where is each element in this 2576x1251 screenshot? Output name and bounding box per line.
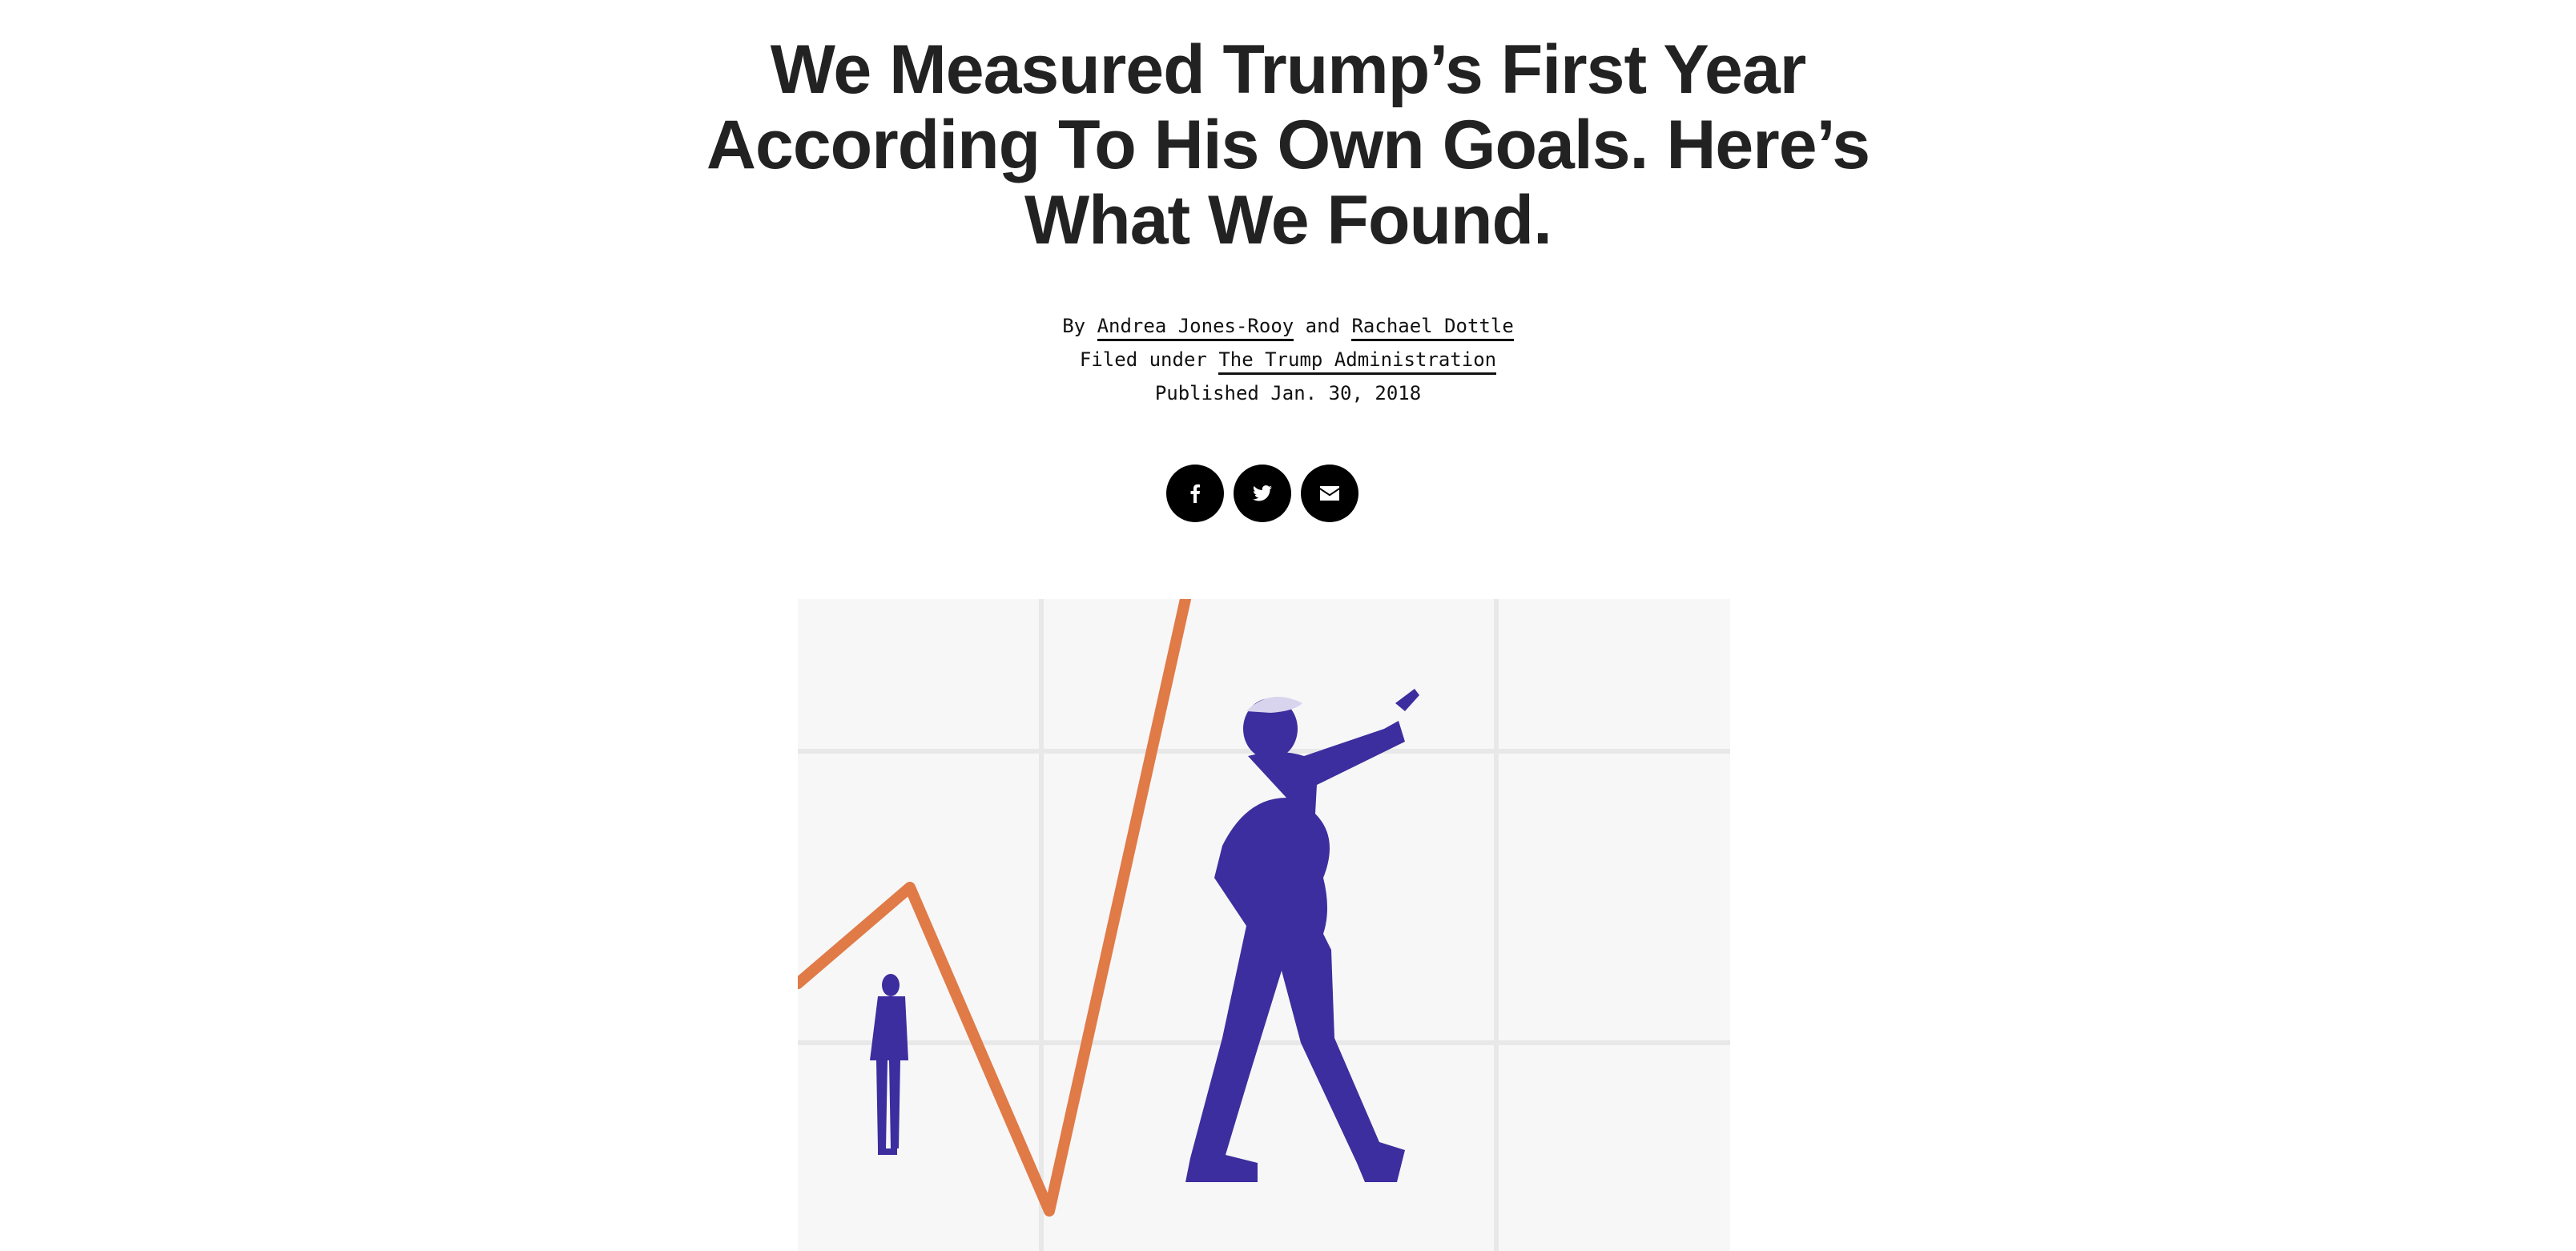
share-email-button[interactable] [1301, 465, 1358, 522]
published-date: Published Jan. 30, 2018 [1154, 382, 1422, 404]
email-icon [1320, 486, 1339, 501]
facebook-icon [1190, 484, 1201, 503]
byline-conjunction: and [1305, 315, 1341, 337]
article-meta: By Andrea Jones-Rooy and Rachael Dottle … [727, 309, 1849, 410]
article-title: We Measured Trump’s First Year According… [706, 31, 1870, 259]
hero-chart-illustration [798, 599, 1730, 1251]
filed-under: Filed under The Trump Administration [727, 343, 1849, 376]
author-link-rachael-dottle[interactable]: Rachael Dottle [1351, 315, 1514, 341]
byline-prefix: By [1062, 315, 1086, 337]
category-link[interactable]: The Trump Administration [1218, 348, 1497, 375]
filed-under-prefix: Filed under [1079, 348, 1207, 371]
author-link-andrea-jones-rooy[interactable]: Andrea Jones-Rooy [1097, 315, 1294, 341]
twitter-icon [1253, 485, 1272, 501]
share-buttons [1166, 465, 1358, 522]
share-facebook-button[interactable] [1166, 465, 1224, 522]
hero-illustration [798, 599, 1730, 1251]
byline: By Andrea Jones-Rooy and Rachael Dottle [727, 309, 1849, 343]
share-twitter-button[interactable] [1234, 465, 1291, 522]
